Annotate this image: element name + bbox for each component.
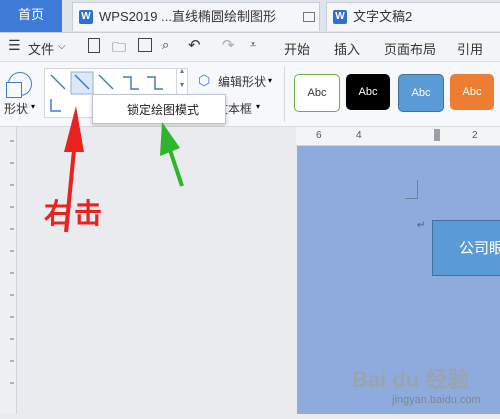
baidu-watermark: Bai du 经验 (352, 367, 470, 392)
annotation-right-click-text: 右击 (44, 198, 105, 229)
green-arrow-shaft (168, 149, 184, 187)
green-arrow-head (160, 122, 180, 156)
red-arrow-head (64, 106, 84, 152)
baidu-watermark-url: jingyan.baidu.com (392, 394, 481, 406)
